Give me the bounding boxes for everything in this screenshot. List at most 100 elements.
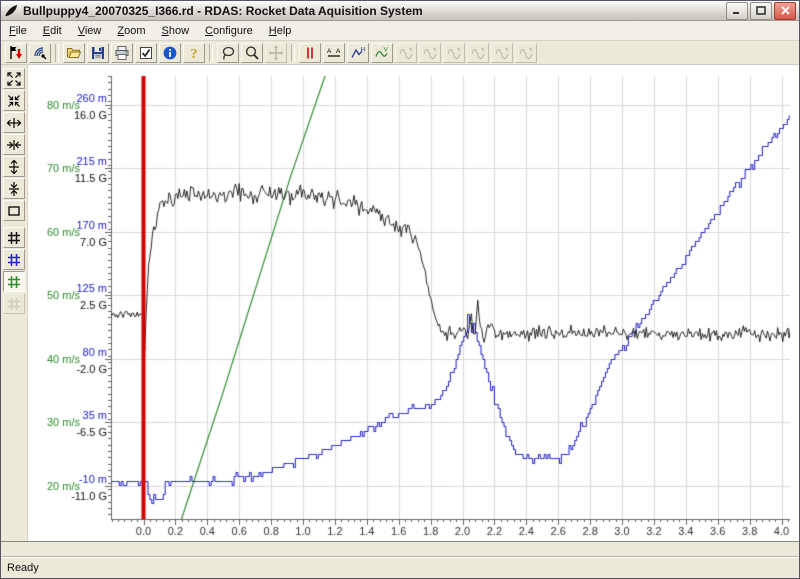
svg-text:A: A <box>327 48 332 55</box>
channel-wave-icon <box>446 45 462 61</box>
menu-view[interactable]: View <box>70 23 110 39</box>
expand-x-button[interactable] <box>3 112 25 133</box>
tab-label: Data <box>26 542 46 556</box>
grid-velocity-button[interactable] <box>3 271 25 292</box>
channel-wave-icon <box>422 45 438 61</box>
toolbar-separator <box>209 44 213 62</box>
minimize-button[interactable] <box>726 2 748 20</box>
velocity-trace-button[interactable]: V <box>371 43 393 63</box>
zoom-extents-icon <box>6 71 22 87</box>
grid-accel-button[interactable] <box>3 227 25 248</box>
shrink-y-button[interactable] <box>3 178 25 199</box>
lasso-select-button[interactable] <box>217 43 239 63</box>
cursor-lines-icon <box>302 45 318 61</box>
channel-wave-icon <box>518 45 534 61</box>
menu-bar: FileEditViewZoomShowConfigureHelp <box>1 21 799 41</box>
zoom-box-button[interactable] <box>3 200 25 221</box>
svg-text:A: A <box>336 48 341 55</box>
channel-wave-button <box>419 43 441 63</box>
channel-wave-button <box>443 43 465 63</box>
checklist-icon <box>138 45 154 61</box>
pan-icon <box>268 45 284 61</box>
toolbar-group <box>216 43 288 63</box>
flight-data-chart[interactable] <box>28 65 799 541</box>
shrink-y-icon <box>6 181 22 197</box>
zoom-shrink-icon <box>6 93 22 109</box>
menu-configure[interactable]: Configure <box>197 23 261 39</box>
channel-wave-button <box>515 43 537 63</box>
save-button[interactable] <box>87 43 109 63</box>
zoom-magnifier-button[interactable] <box>241 43 263 63</box>
channel-wave-icon <box>398 45 414 61</box>
status-bar: Ready <box>1 557 799 578</box>
expand-y-icon <box>6 159 22 175</box>
altitude-trace-button[interactable]: H <box>347 43 369 63</box>
toolbar-group: ? <box>62 43 206 63</box>
expand-x-icon <box>6 115 22 131</box>
accel-trace-button[interactable]: AA <box>323 43 345 63</box>
expand-y-button[interactable] <box>3 156 25 177</box>
svg-text:H: H <box>361 46 366 53</box>
print-icon <box>114 45 130 61</box>
open-file-icon <box>66 45 82 61</box>
toolbar-separator <box>55 44 59 62</box>
svg-text:?: ? <box>191 47 198 61</box>
shrink-x-icon <box>6 137 22 153</box>
menu-zoom[interactable]: Zoom <box>109 23 153 39</box>
radio-link-button[interactable] <box>29 43 51 63</box>
toolbar-group <box>4 43 52 63</box>
zoom-extents-button[interactable] <box>3 68 25 89</box>
channel-wave-button <box>467 43 489 63</box>
download-data-icon <box>8 45 24 61</box>
zoom-box-icon <box>6 203 22 219</box>
cursor-lines-button[interactable] <box>299 43 321 63</box>
grid-disabled-button <box>3 293 25 314</box>
rocket-icon <box>4 3 19 18</box>
channel-wave-button <box>395 43 417 63</box>
shrink-x-button[interactable] <box>3 134 25 155</box>
left-toolbar <box>1 65 28 541</box>
velocity-trace-icon: V <box>374 45 390 61</box>
print-button[interactable] <box>111 43 133 63</box>
menu-help[interactable]: Help <box>261 23 300 39</box>
grid-accel-icon <box>6 230 22 246</box>
window-title: Bullpuppy4_20070325_I366.rd - RDAS: Rock… <box>23 4 726 18</box>
zoom-magnifier-icon <box>244 45 260 61</box>
close-button[interactable] <box>774 2 796 20</box>
help-button[interactable]: ? <box>183 43 205 63</box>
zoom-shrink-button[interactable] <box>3 90 25 111</box>
toolbar-separator <box>291 44 295 62</box>
radio-link-icon <box>32 45 48 61</box>
grid-velocity-icon <box>6 274 22 290</box>
svg-text:V: V <box>384 46 389 53</box>
download-data-button[interactable] <box>5 43 27 63</box>
checklist-button[interactable] <box>135 43 157 63</box>
status-text: Ready <box>7 562 39 574</box>
help-icon: ? <box>186 45 202 61</box>
channel-wave-icon <box>494 45 510 61</box>
info-button[interactable] <box>159 43 181 63</box>
tab-bar: GraphDataInfo <box>1 541 799 557</box>
save-icon <box>90 45 106 61</box>
title-bar[interactable]: Bullpuppy4_20070325_I366.rd - RDAS: Rock… <box>1 1 799 21</box>
pan-button <box>265 43 287 63</box>
info-icon <box>162 45 178 61</box>
menu-file[interactable]: File <box>1 23 35 39</box>
grid-altitude-button[interactable] <box>3 249 25 270</box>
grid-altitude-icon <box>6 252 22 268</box>
channel-wave-icon <box>470 45 486 61</box>
main-toolbar: ? AA H V <box>1 41 799 65</box>
toolbar-group: AA H V <box>298 43 538 63</box>
tab-label: Graph <box>32 542 52 556</box>
altitude-trace-icon: H <box>350 45 366 61</box>
channel-wave-button <box>491 43 513 63</box>
menu-edit[interactable]: Edit <box>35 23 70 39</box>
tab-label: Info <box>20 542 40 556</box>
maximize-button[interactable] <box>750 2 772 20</box>
lasso-select-icon <box>220 45 236 61</box>
accel-trace-icon: AA <box>326 45 342 61</box>
graph-panel <box>28 65 799 541</box>
caption-buttons <box>726 2 796 20</box>
open-file-button[interactable] <box>63 43 85 63</box>
menu-show[interactable]: Show <box>154 23 198 39</box>
